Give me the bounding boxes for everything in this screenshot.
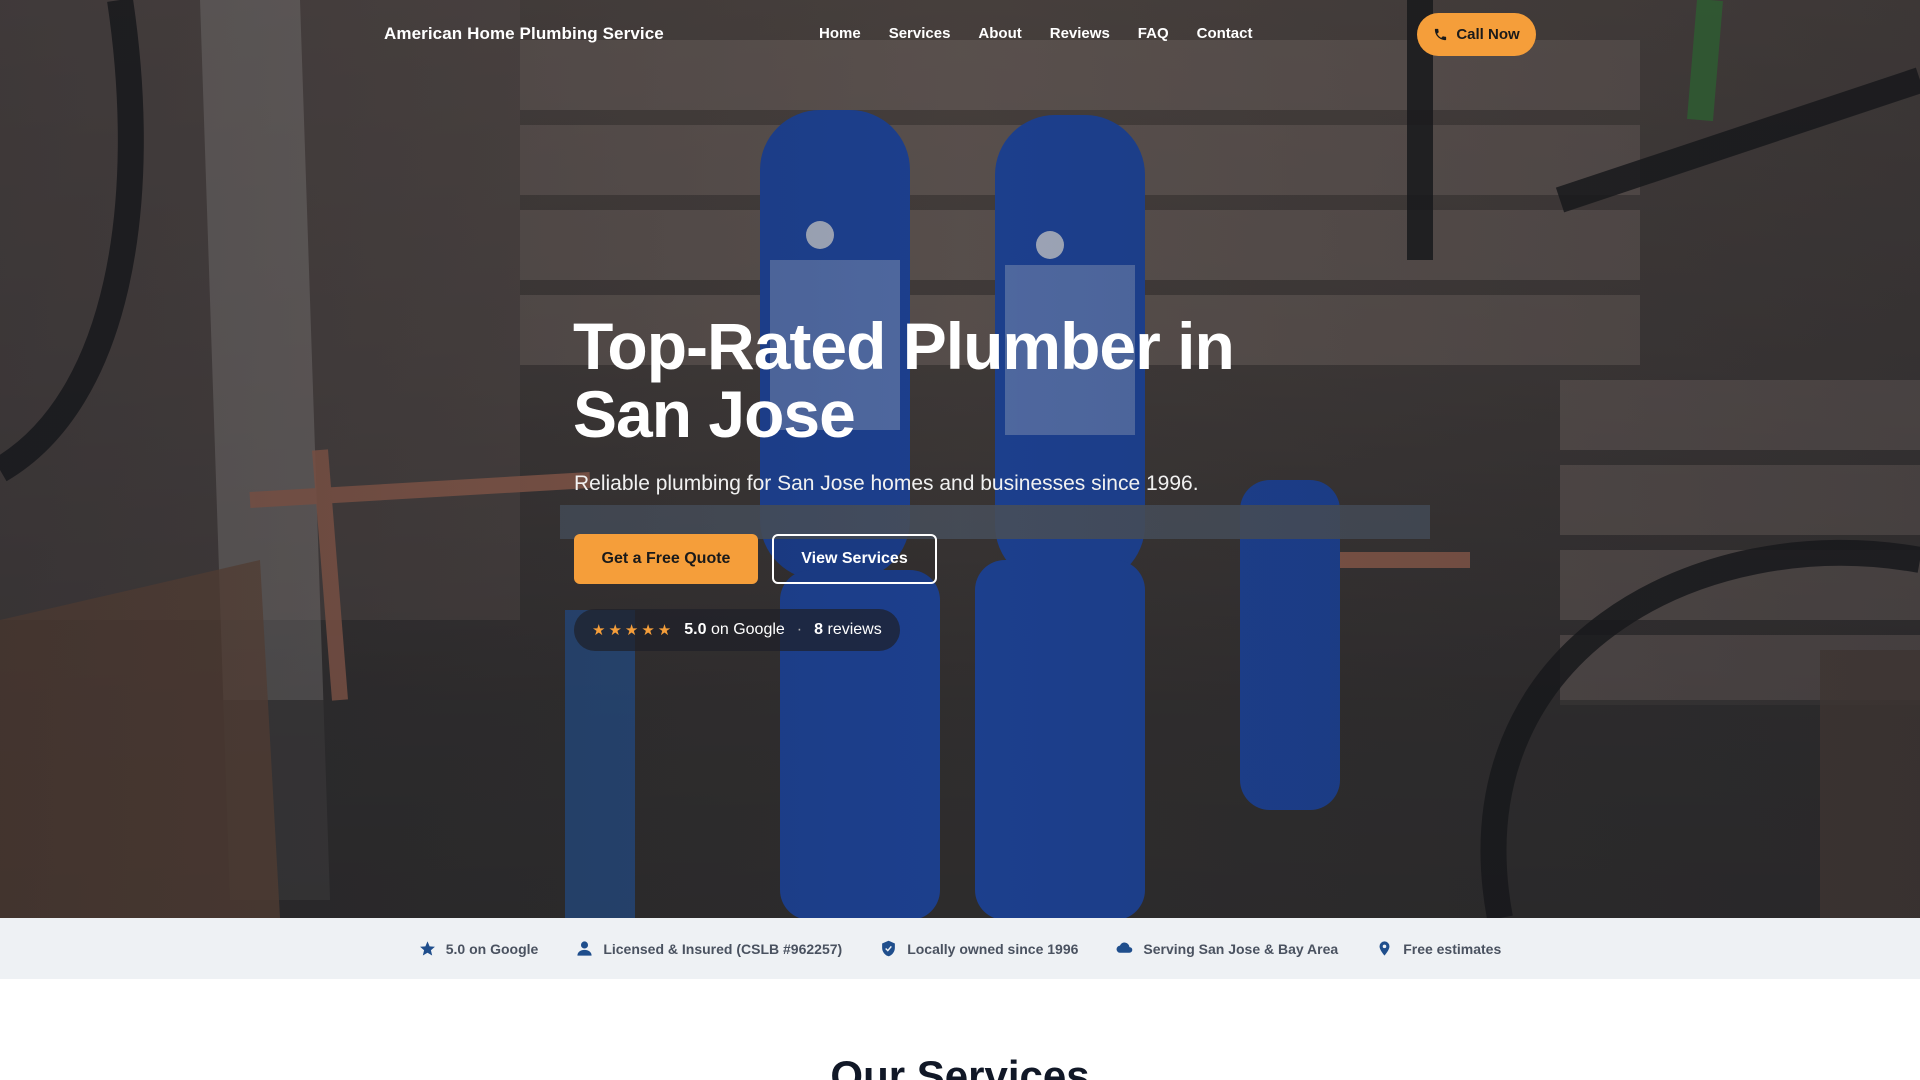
nav-links: Home Services About Reviews FAQ Contact <box>819 25 1280 42</box>
hero-section <box>0 0 1920 918</box>
trust-item-area: Serving San Jose & Bay Area <box>1116 940 1338 957</box>
call-now-button[interactable]: Call Now <box>1417 13 1536 56</box>
nav-link-home[interactable]: Home <box>819 25 861 42</box>
nav-link-faq[interactable]: FAQ <box>1138 25 1169 42</box>
review-label: reviews <box>827 621 882 638</box>
nav-link-services[interactable]: Services <box>889 25 951 42</box>
nav-link-reviews[interactable]: Reviews <box>1050 25 1110 42</box>
trust-item-label: Serving San Jose & Bay Area <box>1143 940 1339 957</box>
rating-separator: · <box>796 621 803 638</box>
trust-item-label: Licensed & Insured (CSLB #962257) <box>603 940 843 957</box>
trust-item-label: Locally owned since 1996 <box>907 940 1079 957</box>
get-free-quote-button[interactable]: Get a Free Quote <box>574 534 758 584</box>
star-icon <box>419 941 435 956</box>
nav-link-contact[interactable]: Contact <box>1197 25 1253 42</box>
services-section-title: Our Services <box>830 1052 1090 1080</box>
rating-score: 5.0 <box>684 621 707 638</box>
trust-item-licensed: Licensed & Insured (CSLB #962257) <box>576 940 842 957</box>
trust-item-rating: 5.0 on Google <box>419 940 539 957</box>
trust-item-label: Free estimates <box>1403 940 1502 957</box>
shield-check-icon <box>882 940 896 957</box>
rating-stars-icon: ★★★★★ <box>592 622 675 639</box>
view-services-button[interactable]: View Services <box>772 534 937 584</box>
map-pin-icon <box>1379 941 1390 956</box>
review-count: 8 <box>814 621 824 638</box>
trust-bar: 5.0 on Google Licensed & Insured (CSLB #… <box>0 918 1920 979</box>
hero-subtitle: Reliable plumbing for San Jose homes and… <box>574 472 1199 495</box>
trust-item-local: Locally owned since 1996 <box>880 940 1078 957</box>
trust-item-label: 5.0 on Google <box>445 940 539 957</box>
nav-link-about[interactable]: About <box>978 25 1021 42</box>
google-rating-badge: ★★★★★ 5.0 on Google · 8 reviews <box>574 609 900 651</box>
review-count-text: 8 reviews <box>814 621 882 639</box>
hero-overlay <box>0 0 1920 918</box>
rating-score-text: 5.0 on Google <box>684 621 785 639</box>
phone-icon <box>1435 28 1447 41</box>
rating-source: on Google <box>710 621 785 638</box>
cloud-icon <box>1116 942 1133 953</box>
hero-title: Top-Rated Plumber in San Jose <box>573 309 1235 451</box>
trust-item-estimates: Free estimates <box>1376 940 1501 957</box>
top-navbar: American Home Plumbing Service Home Serv… <box>0 0 1920 70</box>
brand-logo-text[interactable]: American Home Plumbing Service <box>384 24 664 44</box>
call-now-label: Call Now <box>1456 26 1520 43</box>
person-icon <box>577 941 592 956</box>
